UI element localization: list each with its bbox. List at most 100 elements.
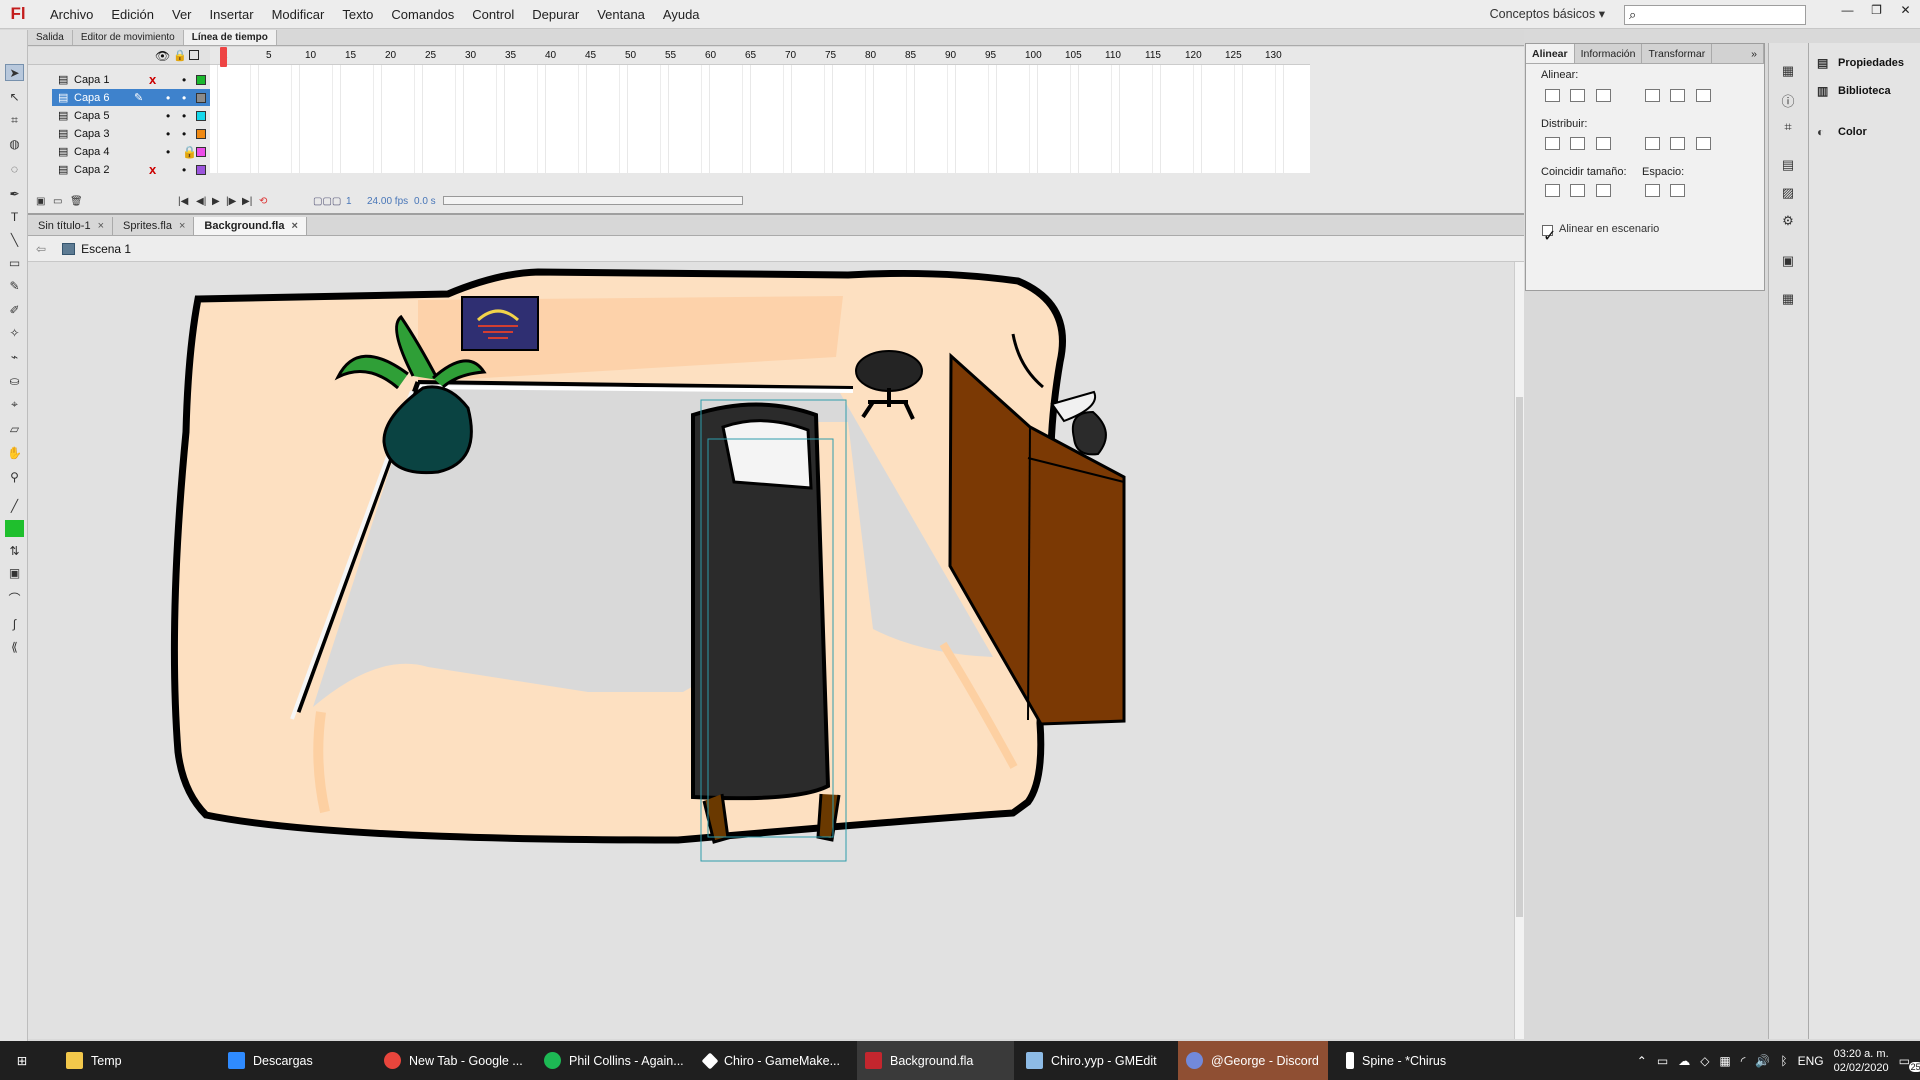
battery-icon[interactable]: ▭	[1657, 1054, 1668, 1068]
bluetooth-icon[interactable]: ᛒ	[1780, 1054, 1787, 1068]
motion-presets-icon[interactable]: ⚙	[1779, 213, 1797, 228]
taskbar-temp[interactable]: Temp	[58, 1041, 208, 1080]
tab-background[interactable]: Background.fla ×	[194, 217, 307, 235]
tab-alinear[interactable]: Alinear	[1526, 44, 1575, 63]
frame-grid[interactable]	[210, 65, 1310, 173]
menu-modificar[interactable]: Modificar	[263, 7, 334, 22]
align-center-icon[interactable]	[1570, 89, 1585, 102]
close-icon[interactable]: ×	[179, 220, 185, 232]
close-icon[interactable]: ×	[98, 220, 104, 232]
more-tabs-icon[interactable]: »	[1745, 44, 1764, 63]
layer-row[interactable]: ▤ Capa 6 ✎ • •	[52, 89, 210, 106]
playhead[interactable]	[220, 47, 227, 67]
menu-insertar[interactable]: Insertar	[201, 7, 263, 22]
outline-icon[interactable]	[189, 50, 199, 60]
timeline-horizontal-scrollbar[interactable]	[443, 196, 743, 205]
windows-start-icon[interactable]: ⊞	[0, 1041, 44, 1080]
lasso-tool-icon[interactable]: ◌	[5, 160, 24, 177]
search-box[interactable]: ⌕	[1624, 5, 1806, 25]
volume-icon[interactable]: 🔊	[1755, 1054, 1770, 1068]
tab-editor-movimiento[interactable]: Editor de movimiento	[73, 30, 184, 45]
taskbar-spotify[interactable]: Phil Collins - Again...	[536, 1041, 686, 1080]
space-vertical-icon[interactable]	[1645, 184, 1660, 197]
stage-vertical-scrollbar[interactable]	[1514, 262, 1524, 1039]
stage[interactable]	[28, 262, 1514, 1039]
paint-bucket-tool-icon[interactable]: ⛀	[5, 372, 24, 389]
eye-icon[interactable]: 👁	[155, 49, 170, 63]
menu-control[interactable]: Control	[463, 7, 523, 22]
new-folder-icon[interactable]: ▭	[53, 196, 62, 207]
onion-icon[interactable]: ▢▢▢	[313, 196, 341, 207]
tab-transformar[interactable]: Transformar	[1642, 44, 1713, 63]
align-bottom-icon[interactable]	[1696, 89, 1711, 102]
align-middle-icon[interactable]	[1670, 89, 1685, 102]
scrollbar-thumb[interactable]	[1516, 397, 1523, 917]
eyedropper-tool-icon[interactable]: ⌖	[5, 396, 24, 413]
library-item[interactable]: ▥ Biblioteca	[1817, 81, 1891, 101]
cloud-icon[interactable]: ☁	[1678, 1054, 1690, 1068]
taskbar-discord[interactable]: @George - Discord	[1178, 1041, 1328, 1080]
align-right-icon[interactable]	[1596, 89, 1611, 102]
wifi-icon[interactable]: ◜	[1741, 1054, 1746, 1068]
swap-colors-icon[interactable]: ⇅	[5, 542, 24, 559]
space-horizontal-icon[interactable]	[1670, 184, 1685, 197]
color-item[interactable]: ◐ Color	[1817, 122, 1867, 142]
layer-row[interactable]: ▤ Capa 4 • 🔒	[52, 143, 210, 160]
notification-icon[interactable]: ▭ 25	[1899, 1054, 1920, 1072]
distribute-right-icon[interactable]	[1696, 137, 1711, 150]
taskbar-flash[interactable]: Background.fla	[857, 1041, 1014, 1080]
language-label[interactable]: ENG	[1798, 1054, 1824, 1068]
dropbox-icon[interactable]: ◇	[1700, 1054, 1709, 1068]
first-frame-icon[interactable]: |◀	[178, 196, 188, 207]
menu-archivo[interactable]: Archivo	[41, 7, 102, 22]
layer-row[interactable]: ▤ Capa 2 x •	[52, 161, 210, 178]
lock-icon[interactable]: 🔒	[173, 49, 187, 62]
align-stage-checkbox[interactable]: ✓	[1542, 225, 1556, 245]
play-icon[interactable]: ▶	[212, 196, 220, 207]
code-snippets-icon[interactable]: ▤	[1779, 157, 1797, 172]
tab-salida[interactable]: Salida	[28, 30, 73, 45]
close-icon[interactable]: ×	[291, 220, 297, 232]
menu-depurar[interactable]: Depurar	[523, 7, 588, 22]
scene-panel-icon[interactable]: ▦	[1779, 291, 1797, 306]
stroke-color-icon[interactable]: ╱	[5, 497, 24, 514]
last-frame-icon[interactable]: ▶|	[242, 196, 252, 207]
network-icon[interactable]: ▦	[1719, 1054, 1730, 1068]
transform-panel-icon[interactable]: ⌗	[1779, 119, 1797, 134]
hand-tool-icon[interactable]: ✋	[5, 444, 24, 461]
new-layer-icon[interactable]: ▣	[36, 196, 45, 207]
brush-tool-icon[interactable]: ✐	[5, 301, 24, 318]
menu-edicion[interactable]: Edición	[102, 7, 163, 22]
components-icon[interactable]: ▨	[1779, 185, 1797, 200]
align-panel-icon[interactable]: ▦	[1779, 63, 1797, 78]
menu-ver[interactable]: Ver	[163, 7, 201, 22]
menu-ayuda[interactable]: Ayuda	[654, 7, 709, 22]
workspace-selector[interactable]: Conceptos básicos ▾	[1490, 6, 1605, 21]
prev-frame-icon[interactable]: ◀|	[196, 196, 206, 207]
close-button[interactable]: ✕	[1891, 0, 1920, 20]
3d-rotation-tool-icon[interactable]: ◍	[5, 135, 24, 152]
timeline-frames[interactable]: 1 5 10 15 20 25 30 35 40 45 50 55 60 65 …	[210, 47, 1310, 207]
align-left-icon[interactable]	[1545, 89, 1560, 102]
clock[interactable]: 03:20 a. m. 02/02/2020	[1834, 1047, 1889, 1075]
search-input[interactable]	[1640, 8, 1791, 22]
object-drawing-icon[interactable]: ▣	[5, 564, 24, 581]
menu-texto[interactable]: Texto	[333, 7, 382, 22]
smooth-icon[interactable]: ∫	[5, 615, 24, 632]
tab-linea-tiempo[interactable]: Línea de tiempo	[183, 30, 277, 45]
rectangle-tool-icon[interactable]: ▭	[5, 254, 24, 271]
fill-color-swatch[interactable]	[5, 520, 24, 537]
tab-sin-titulo[interactable]: Sin título-1 ×	[28, 217, 114, 235]
distribute-bottom-icon[interactable]	[1596, 137, 1611, 150]
layer-row[interactable]: ▤ Capa 3 • •	[52, 125, 210, 142]
restore-button[interactable]: ❐	[1862, 0, 1891, 20]
distribute-middle-icon[interactable]	[1570, 137, 1585, 150]
layer-row[interactable]: ▤ Capa 1 x •	[52, 71, 210, 88]
selection-tool-icon[interactable]: ➤	[5, 64, 24, 81]
minimize-button[interactable]: —	[1833, 0, 1862, 20]
layer-row[interactable]: ▤ Capa 5 • •	[52, 107, 210, 124]
zoom-tool-icon[interactable]: ⚲	[5, 468, 24, 485]
distribute-top-icon[interactable]	[1545, 137, 1560, 150]
taskbar-descargas[interactable]: Descargas	[220, 1041, 370, 1080]
text-tool-icon[interactable]: T	[5, 208, 24, 225]
